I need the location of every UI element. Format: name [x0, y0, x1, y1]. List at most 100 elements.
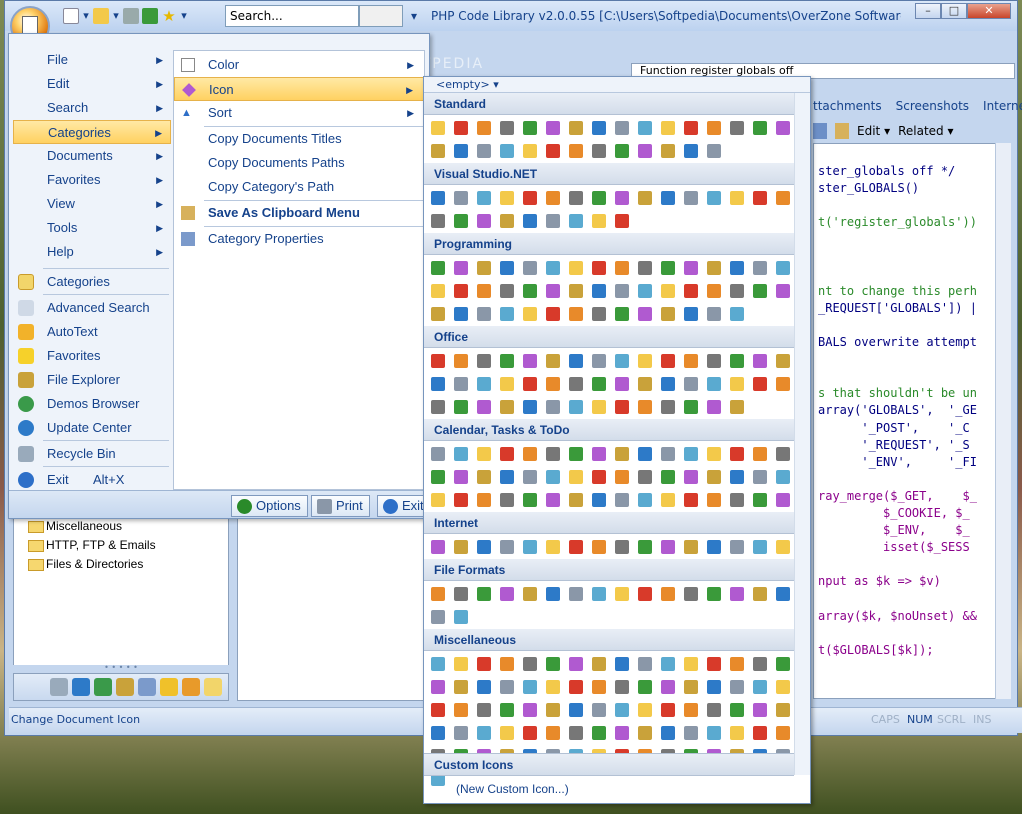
icon-choice[interactable] [495, 652, 518, 675]
icon-choice[interactable] [541, 535, 564, 558]
icon-choice[interactable] [656, 256, 679, 279]
icon-choice[interactable] [633, 652, 656, 675]
icon-choice[interactable] [610, 302, 633, 325]
icon-choice[interactable] [449, 465, 472, 488]
category-tree[interactable]: Miscellaneous HTTP, FTP & Emails Files &… [13, 517, 229, 667]
icon-choice[interactable] [449, 721, 472, 744]
icon-choice[interactable] [656, 186, 679, 209]
icon-choice[interactable] [541, 488, 564, 511]
icon-choice[interactable] [679, 465, 702, 488]
menu-item-advanced-search[interactable]: Advanced Search [13, 296, 171, 320]
icon-choice[interactable] [656, 302, 679, 325]
submenu-item-save-clipboard[interactable]: Save As Clipboard Menu [174, 201, 424, 225]
icon-choice[interactable] [518, 279, 541, 302]
icon-choice[interactable] [518, 698, 541, 721]
icon-choice[interactable] [495, 675, 518, 698]
icon-choice[interactable] [495, 349, 518, 372]
dropdown-arrow-icon[interactable]: ▾ [82, 8, 90, 24]
icon-choice[interactable] [656, 279, 679, 302]
icon-choice[interactable] [426, 302, 449, 325]
menu-item-tools[interactable]: Tools ▶ [13, 216, 171, 240]
icon-choice[interactable] [449, 535, 472, 558]
icon-choice[interactable] [564, 209, 587, 232]
explorer-icon[interactable] [116, 678, 134, 696]
icon-choice[interactable] [679, 186, 702, 209]
menu-item-recycle-bin[interactable]: Recycle Bin [13, 442, 171, 466]
icon-choice[interactable] [679, 698, 702, 721]
icon-choice[interactable] [610, 675, 633, 698]
icon-choice[interactable] [610, 442, 633, 465]
icon-choice[interactable] [518, 721, 541, 744]
menu-item-documents[interactable]: Documents ▶ [13, 144, 171, 168]
icon-choice[interactable] [610, 209, 633, 232]
icon-choice[interactable] [587, 186, 610, 209]
code-editor[interactable]: ster_globals off */ ster_GLOBALS() t('regi… [813, 143, 997, 699]
icon-choice[interactable] [656, 652, 679, 675]
close-button[interactable]: ✕ [967, 3, 1011, 19]
icon-choice[interactable] [702, 256, 725, 279]
icon-choice[interactable] [702, 139, 725, 162]
icon-choice[interactable] [472, 116, 495, 139]
icon-choice[interactable] [449, 605, 472, 628]
icon-choice[interactable] [564, 535, 587, 558]
icon-choice[interactable] [748, 279, 771, 302]
icon-choice[interactable] [426, 256, 449, 279]
icon-choice[interactable] [702, 675, 725, 698]
icon-choice[interactable] [495, 721, 518, 744]
icon-choice[interactable] [426, 395, 449, 418]
edit-menu-button[interactable]: Edit ▾ [857, 124, 890, 138]
icon-choice[interactable] [702, 442, 725, 465]
icon-choice[interactable] [495, 395, 518, 418]
menu-item-categories-shortcut[interactable]: Categories [13, 270, 171, 294]
icon-choice[interactable] [564, 465, 587, 488]
icon-choice[interactable] [610, 186, 633, 209]
icon-choice[interactable] [748, 535, 771, 558]
icon-choice[interactable] [748, 721, 771, 744]
icon-choice[interactable] [472, 698, 495, 721]
icon-choice[interactable] [656, 582, 679, 605]
icon-choice[interactable] [748, 675, 771, 698]
dropdown-arrow-icon[interactable]: ▾ [112, 8, 120, 24]
icon-choice[interactable] [725, 116, 748, 139]
icon-choice[interactable] [679, 488, 702, 511]
icon-choice[interactable] [541, 302, 564, 325]
icon-choice[interactable] [725, 279, 748, 302]
icon-choice[interactable] [449, 279, 472, 302]
icon-choice[interactable] [449, 582, 472, 605]
menu-item-view[interactable]: View ▶ [13, 192, 171, 216]
icon-choice[interactable] [541, 209, 564, 232]
icon-choice[interactable] [771, 279, 794, 302]
icon-choice[interactable] [702, 186, 725, 209]
icon-choice[interactable] [679, 349, 702, 372]
icon-choice[interactable] [495, 698, 518, 721]
icon-choice[interactable] [426, 465, 449, 488]
icon-choice[interactable] [472, 256, 495, 279]
menu-item-edit[interactable]: Edit ▶ [13, 72, 171, 96]
icon-choice[interactable] [564, 372, 587, 395]
icon-choice[interactable] [633, 186, 656, 209]
icon-choice[interactable] [495, 488, 518, 511]
icon-choice[interactable] [564, 652, 587, 675]
icon-choice[interactable] [679, 535, 702, 558]
icon-choice[interactable] [633, 465, 656, 488]
minimize-button[interactable]: – [915, 3, 941, 19]
dropdown-arrow-icon[interactable]: ▾ [180, 8, 188, 24]
icon-choice[interactable] [587, 488, 610, 511]
icon-choice[interactable] [587, 721, 610, 744]
paste-icon[interactable] [835, 123, 849, 139]
icon-choice[interactable] [771, 535, 794, 558]
icon-choice[interactable] [633, 139, 656, 162]
icon-choice[interactable] [656, 139, 679, 162]
icon-choice[interactable] [656, 721, 679, 744]
icon-choice[interactable] [725, 186, 748, 209]
icon-choice[interactable] [679, 372, 702, 395]
icon-choice[interactable] [541, 465, 564, 488]
icon-choice[interactable] [679, 302, 702, 325]
icon-choice[interactable] [426, 279, 449, 302]
icon-choice[interactable] [610, 535, 633, 558]
icon-choice[interactable] [564, 582, 587, 605]
icon-choice[interactable] [541, 256, 564, 279]
icon-choice[interactable] [748, 256, 771, 279]
icon-choice[interactable] [702, 279, 725, 302]
icon-choice[interactable] [587, 395, 610, 418]
